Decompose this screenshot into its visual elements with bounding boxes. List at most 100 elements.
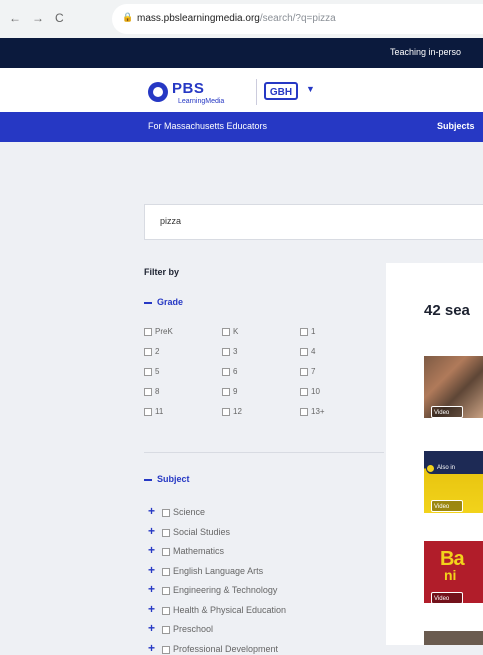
thumbnail-title-text: ni [444, 567, 457, 583]
filter-title: Filter by [144, 267, 180, 277]
subject-option[interactable]: + Preschool [148, 621, 213, 635]
checkbox-icon[interactable] [222, 327, 230, 336]
logo-divider [256, 79, 257, 105]
minus-icon [144, 301, 152, 304]
grade-label: 12 [233, 407, 242, 416]
grade-label: 11 [155, 407, 164, 416]
subject-label: Science [173, 507, 206, 517]
checkbox-icon[interactable] [162, 645, 170, 654]
plus-icon[interactable]: + [148, 563, 156, 577]
subject-section-toggle[interactable]: Subject [144, 474, 190, 484]
grade-option[interactable]: 5 [144, 367, 159, 376]
checkbox-icon[interactable] [300, 347, 308, 356]
subject-label: Social Studies [173, 527, 231, 537]
checkbox-icon[interactable] [144, 387, 152, 396]
grade-option[interactable]: 11 [144, 407, 163, 416]
pbs-logo-icon[interactable] [148, 82, 168, 102]
subject-label: Professional Development [173, 644, 279, 654]
subject-option[interactable]: + Professional Development [148, 641, 278, 655]
grade-option[interactable]: 6 [222, 367, 237, 376]
grade-option[interactable]: 2 [144, 347, 159, 356]
checkbox-icon[interactable] [300, 327, 308, 336]
grade-label: 9 [233, 387, 238, 396]
checkbox-icon[interactable] [162, 606, 170, 615]
subject-option[interactable]: + English Language Arts [148, 563, 263, 577]
checkbox-icon[interactable] [162, 567, 170, 576]
grade-label: 8 [155, 387, 160, 396]
checkbox-icon[interactable] [300, 387, 308, 396]
grade-label: 4 [311, 347, 316, 356]
result-thumbnail[interactable] [424, 631, 483, 645]
gbh-logo[interactable]: GBH [264, 82, 298, 100]
grade-option[interactable]: K [222, 327, 238, 336]
logo-bar [0, 68, 483, 112]
pbs-logo-text[interactable]: PBS [172, 80, 204, 97]
grade-option[interactable]: 4 [300, 347, 315, 356]
grade-option[interactable]: PreK [144, 327, 173, 336]
checkbox-icon[interactable] [162, 625, 170, 634]
checkbox-icon[interactable] [144, 407, 152, 416]
video-badge: Video [431, 406, 463, 418]
nav-subjects-link[interactable]: Subjects [437, 121, 475, 131]
grade-label: 1 [311, 327, 316, 336]
chevron-down-icon[interactable]: ▼ [306, 84, 315, 94]
badge-dot-icon [427, 465, 434, 472]
subject-label: English Language Arts [173, 566, 264, 576]
checkbox-icon[interactable] [162, 508, 170, 517]
results-heading: 42 sea [424, 302, 470, 319]
back-icon[interactable]: ← [9, 11, 21, 25]
grade-label: 3 [233, 347, 238, 356]
grade-option[interactable]: 12 [222, 407, 242, 416]
video-badge: Video [431, 592, 463, 604]
grade-section-toggle[interactable]: Grade [144, 297, 183, 307]
subject-label: Mathematics [173, 546, 225, 556]
checkbox-icon[interactable] [144, 367, 152, 376]
url-path: /search/?q=pizza [259, 13, 336, 24]
subject-option[interactable]: + Science [148, 504, 205, 518]
grade-option[interactable]: 10 [300, 387, 320, 396]
plus-icon[interactable]: + [148, 582, 156, 596]
url-host: mass.pbslearningmedia.org [137, 13, 260, 24]
nav-educators-link[interactable]: For Massachusetts Educators [148, 121, 267, 131]
subject-label: Engineering & Technology [173, 585, 278, 595]
plus-icon[interactable]: + [148, 524, 156, 538]
subject-label: Preschool [173, 624, 214, 634]
also-in-badge: Also in [426, 463, 483, 474]
search-input[interactable] [160, 216, 360, 226]
grade-label: 7 [311, 367, 316, 376]
lock-icon: 🔒 [122, 12, 134, 22]
plus-icon[interactable]: + [148, 543, 156, 557]
checkbox-icon[interactable] [300, 367, 308, 376]
subject-option[interactable]: + Health & Physical Education [148, 602, 286, 616]
subject-option[interactable]: + Engineering & Technology [148, 582, 277, 596]
checkbox-icon[interactable] [162, 547, 170, 556]
plus-icon[interactable]: + [148, 504, 156, 518]
plus-icon[interactable]: + [148, 641, 156, 655]
checkbox-icon[interactable] [300, 407, 308, 416]
grade-option[interactable]: 9 [222, 387, 237, 396]
grade-option[interactable]: 7 [300, 367, 315, 376]
checkbox-icon[interactable] [222, 407, 230, 416]
checkbox-icon[interactable] [162, 586, 170, 595]
plus-icon[interactable]: + [148, 621, 156, 635]
grade-label: 2 [155, 347, 160, 356]
subject-option[interactable]: + Social Studies [148, 524, 230, 538]
grade-option[interactable]: 8 [144, 387, 159, 396]
checkbox-icon[interactable] [144, 327, 152, 336]
checkbox-icon[interactable] [222, 367, 230, 376]
grade-option[interactable]: 1 [300, 327, 315, 336]
banner-text[interactable]: Teaching in-perso [390, 47, 461, 57]
url-text[interactable]: mass.pbslearningmedia.org/search/?q=pizz… [137, 13, 336, 24]
reload-icon[interactable]: C [55, 11, 64, 25]
grade-option[interactable]: 13+ [300, 407, 325, 416]
grade-heading: Grade [157, 297, 184, 307]
grade-option[interactable]: 3 [222, 347, 237, 356]
plus-icon[interactable]: + [148, 602, 156, 616]
checkbox-icon[interactable] [222, 387, 230, 396]
minus-icon [144, 478, 152, 481]
forward-icon[interactable]: → [32, 11, 44, 25]
checkbox-icon[interactable] [144, 347, 152, 356]
subject-option[interactable]: + Mathematics [148, 543, 224, 557]
checkbox-icon[interactable] [162, 528, 170, 537]
checkbox-icon[interactable] [222, 347, 230, 356]
